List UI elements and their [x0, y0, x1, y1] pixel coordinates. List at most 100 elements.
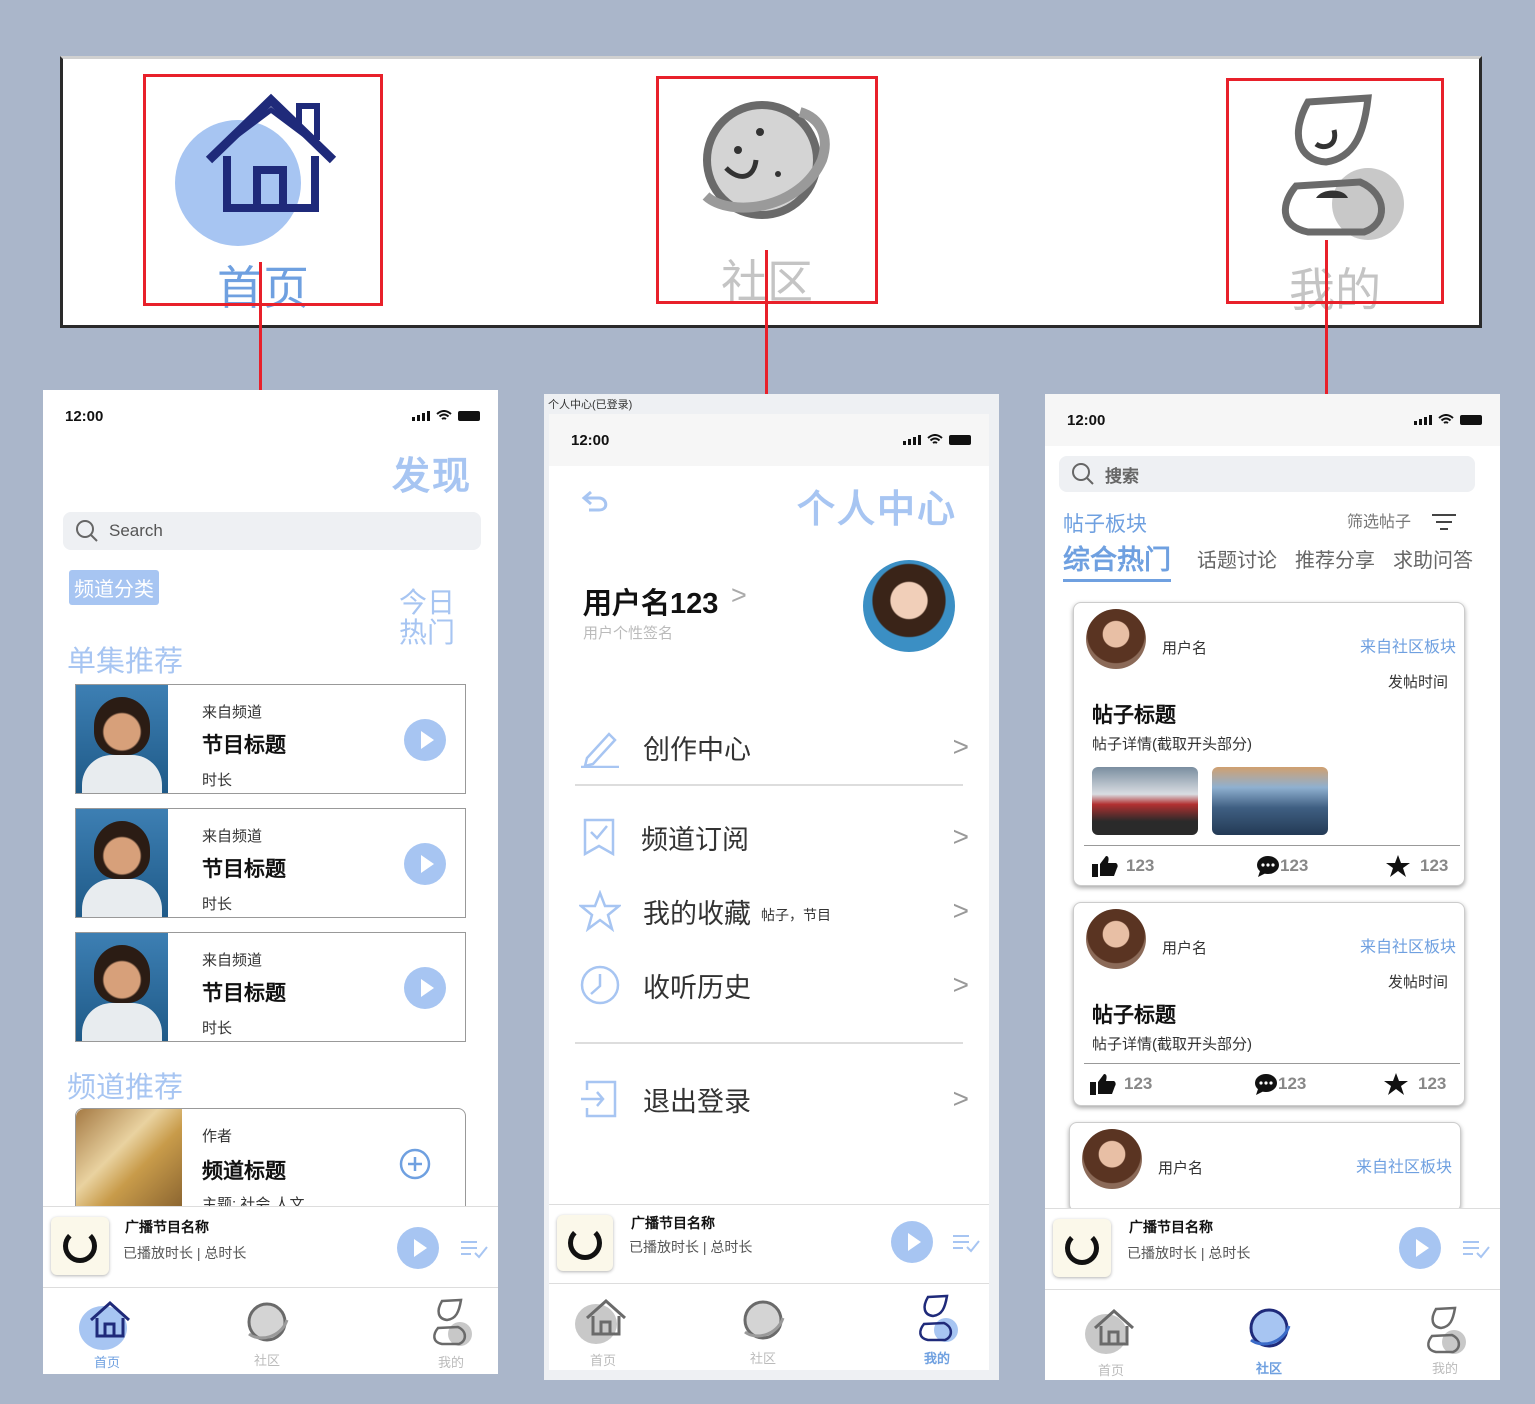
post-image[interactable] [1212, 767, 1328, 835]
search-input[interactable]: Search [109, 521, 163, 541]
status-time: 12:00 [1067, 411, 1106, 429]
bookmark-check-icon [583, 818, 615, 857]
menu-creation-center[interactable]: 创作中心 > [579, 726, 969, 768]
play-button[interactable] [404, 719, 446, 761]
chevron-right-icon: > [952, 821, 969, 852]
play-button[interactable] [404, 967, 446, 1009]
player-play-button[interactable] [891, 1221, 933, 1263]
episode-card[interactable]: 来自频道 节目标题 时长 [75, 684, 466, 794]
star-button[interactable]: 123 [1384, 1073, 1446, 1095]
divider [1084, 1063, 1460, 1064]
search-input[interactable]: 搜索 [1105, 462, 1139, 487]
player-cover [557, 1215, 613, 1271]
filter-label[interactable]: 筛选帖子 [1347, 508, 1411, 532]
like-count: 123 [1124, 1074, 1153, 1093]
mini-player[interactable]: 广播节目名称 已播放时长 | 总时长 [43, 1206, 498, 1288]
search-bar[interactable]: 搜索 [1059, 456, 1475, 492]
menu-channel-subscription[interactable]: 频道订阅 > [579, 816, 969, 858]
menu-logout[interactable]: 退出登录 > [579, 1078, 969, 1120]
tab-community-icon[interactable] [1245, 1306, 1293, 1350]
comment-button[interactable]: 123 [1256, 855, 1308, 877]
episode-duration: 时长 [202, 896, 233, 913]
phone-community: 12:00 搜索 帖子板块 筛选帖子 综合热门 话题讨论 推荐分享 求助问答 用… [1045, 394, 1500, 1380]
playlist-icon[interactable] [1463, 1239, 1491, 1259]
post-board[interactable]: 来自社区板块 [1360, 633, 1456, 657]
post-detail: 帖子详情(截取开头部分) [1092, 1036, 1252, 1053]
post-image[interactable] [1092, 767, 1198, 835]
post-time: 发帖时间 [1387, 674, 1448, 691]
tab-bar: 首页 社区 我的 [1045, 1292, 1500, 1380]
post-board[interactable]: 来自社区板块 [1360, 933, 1456, 957]
avatar[interactable] [1082, 1129, 1142, 1189]
channel-card[interactable]: 作者 频道标题 主题: 社会 人文 [75, 1108, 466, 1218]
tab-community-label[interactable]: 社区 [237, 1350, 297, 1369]
menu-label: 收听历史 [643, 972, 751, 1003]
avatar[interactable] [1086, 609, 1146, 669]
post-board[interactable]: 来自社区板块 [1356, 1153, 1452, 1177]
tab-home-label[interactable]: 首页 [573, 1350, 633, 1369]
tab-help[interactable]: 求助问答 [1393, 544, 1473, 573]
tab-home-label[interactable]: 首页 [77, 1352, 137, 1371]
username-arrow[interactable]: > [731, 580, 747, 611]
tab-home-icon[interactable] [585, 1298, 627, 1336]
tab-recommend[interactable]: 推荐分享 [1295, 544, 1375, 573]
player-progress: 已播放时长 | 总时长 [629, 1239, 753, 1255]
tab-mine-icon[interactable] [915, 1294, 959, 1344]
tab-home-icon[interactable] [89, 1300, 131, 1338]
tab-mine-label[interactable]: 我的 [1415, 1358, 1475, 1377]
tab-community-icon[interactable] [739, 1298, 787, 1342]
player-play-button[interactable] [1399, 1227, 1441, 1269]
avatar[interactable] [863, 560, 955, 652]
player-progress: 已播放时长 | 总时长 [1127, 1245, 1251, 1261]
post-user[interactable]: 用户名 [1158, 1157, 1203, 1178]
search-bar[interactable]: Search [63, 512, 481, 550]
post-card[interactable]: 用户名 来自社区板块 [1069, 1122, 1461, 1212]
play-button[interactable] [404, 843, 446, 885]
tab-home-icon[interactable] [1093, 1308, 1135, 1346]
comment-button[interactable]: 123 [1254, 1073, 1306, 1095]
tab-hot[interactable]: 综合热门 [1063, 538, 1171, 582]
tab-home-label[interactable]: 首页 [1081, 1360, 1141, 1379]
tab-mine-label[interactable]: 我的 [421, 1352, 481, 1371]
mini-player[interactable]: 广播节目名称 已播放时长 | 总时长 [1045, 1208, 1500, 1290]
episode-title: 节目标题 [202, 858, 286, 881]
filter-icon[interactable] [1431, 512, 1457, 532]
like-button[interactable]: 123 [1092, 855, 1154, 877]
post-card[interactable]: 用户名 来自社区板块 发帖时间 帖子标题 帖子详情(截取开头部分) 123 12… [1073, 902, 1465, 1106]
tab-topics[interactable]: 话题讨论 [1197, 544, 1277, 573]
tab-mine-icon[interactable] [429, 1298, 473, 1348]
thumbs-up-icon [1090, 1074, 1116, 1095]
logout-icon [581, 1080, 617, 1118]
player-play-button[interactable] [397, 1227, 439, 1269]
username[interactable]: 用户名123 [583, 580, 718, 622]
menu-listening-history[interactable]: 收听历史 > [579, 964, 969, 1006]
status-bar: 12:00 [549, 414, 989, 466]
tab-bar: 首页 社区 我的 [43, 1290, 498, 1374]
post-user[interactable]: 用户名 [1162, 637, 1207, 658]
playlist-icon[interactable] [953, 1233, 981, 1253]
tab-community-label[interactable]: 社区 [733, 1348, 793, 1367]
menu-my-favorites[interactable]: 我的收藏 帖子，节目 > [579, 890, 969, 932]
tab-mine-icon[interactable] [1423, 1306, 1467, 1356]
page-title: 发现 [391, 456, 472, 498]
episode-card[interactable]: 来自频道 节目标题 时长 [75, 808, 466, 918]
star-icon [579, 890, 621, 932]
avatar[interactable] [1086, 909, 1146, 969]
star-button[interactable]: 123 [1386, 855, 1448, 877]
episode-card[interactable]: 来自频道 节目标题 时长 [75, 932, 466, 1042]
tab-mine-label[interactable]: 我的 [907, 1348, 967, 1367]
mini-player[interactable]: 广播节目名称 已播放时长 | 总时长 [549, 1204, 989, 1284]
like-button[interactable]: 123 [1090, 1073, 1152, 1095]
tab-community-icon[interactable] [243, 1300, 291, 1344]
playlist-icon[interactable] [461, 1239, 489, 1259]
channel-category-button[interactable]: 频道分类 [69, 570, 159, 605]
back-icon[interactable] [581, 488, 611, 514]
post-card[interactable]: 用户名 来自社区板块 发帖时间 帖子标题 帖子详情(截取开头部分) 123 12… [1073, 602, 1465, 886]
user-signature: 用户个性签名 [583, 625, 674, 642]
post-user[interactable]: 用户名 [1162, 937, 1207, 958]
today-hot-link[interactable]: 今日热门 [399, 588, 463, 648]
highlight-box-home [143, 74, 383, 306]
chevron-right-icon: > [952, 1083, 969, 1114]
tab-community-label[interactable]: 社区 [1239, 1358, 1299, 1377]
subscribe-plus-icon[interactable] [398, 1147, 432, 1181]
